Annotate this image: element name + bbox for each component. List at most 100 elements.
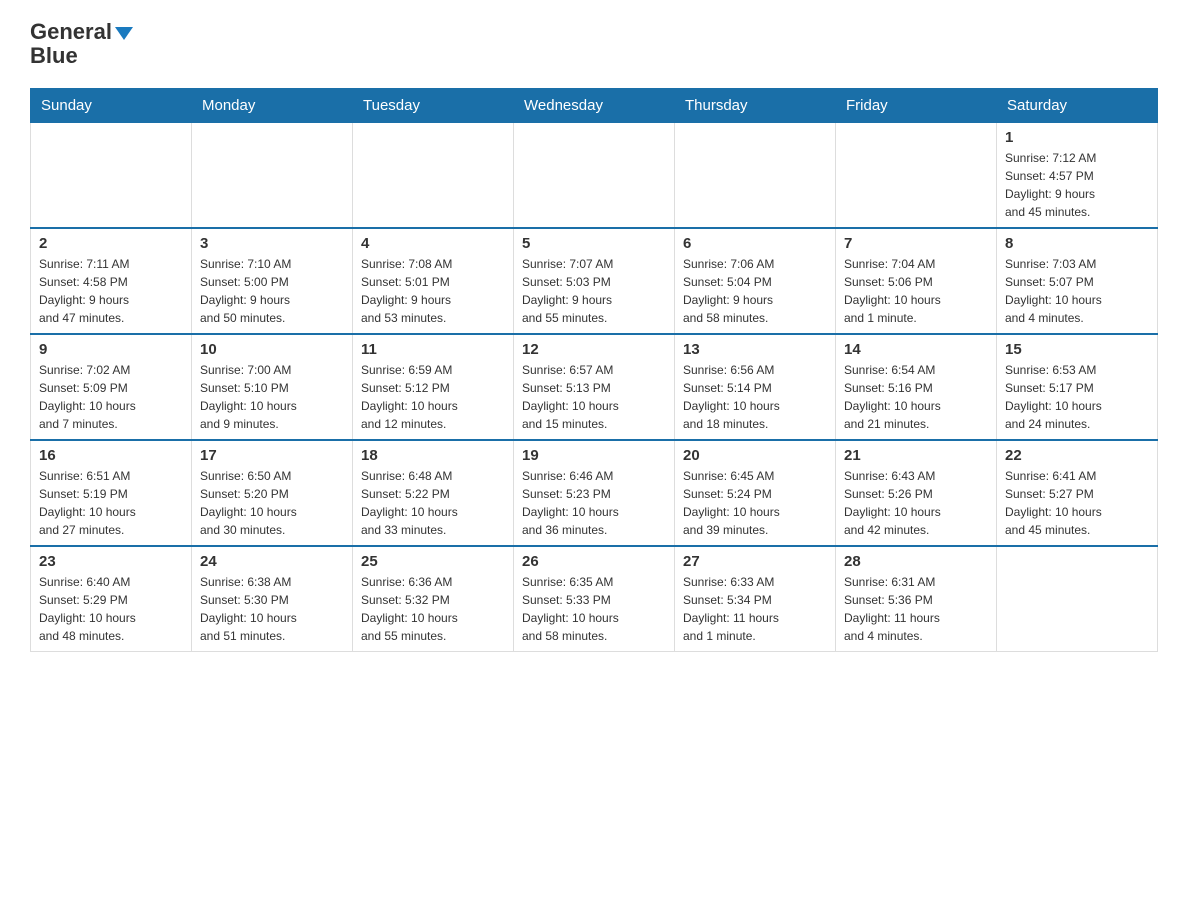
day-number: 28 xyxy=(844,553,988,570)
calendar-cell: 12 Sunrise: 6:57 AM Sunset: 5:13 PM Dayli… xyxy=(514,334,675,440)
calendar-cell: 14 Sunrise: 6:54 AM Sunset: 5:16 PM Dayli… xyxy=(836,334,997,440)
day-info: Sunrise: 7:11 AM Sunset: 4:58 PM Dayligh… xyxy=(39,255,183,327)
calendar-week-row: 2Sunrise: 7:11 AM Sunset: 4:58 PM Daylig… xyxy=(31,228,1158,334)
day-number: 4 xyxy=(361,235,505,252)
day-info: Sunrise: 6:40 AM Sunset: 5:29 PM Dayligh… xyxy=(39,573,183,645)
calendar-cell xyxy=(675,123,836,229)
calendar-cell xyxy=(514,123,675,229)
calendar-cell: 2Sunrise: 7:11 AM Sunset: 4:58 PM Daylig… xyxy=(31,228,192,334)
day-number: 11 xyxy=(361,341,505,358)
calendar-cell: 9 Sunrise: 7:02 AM Sunset: 5:09 PM Daylig… xyxy=(31,334,192,440)
calendar-cell: 26 Sunrise: 6:35 AM Sunset: 5:33 PM Dayli… xyxy=(514,546,675,652)
calendar-table: SundayMondayTuesdayWednesdayThursdayFrid… xyxy=(30,88,1158,652)
weekday-header-saturday: Saturday xyxy=(997,89,1158,123)
calendar-cell xyxy=(353,123,514,229)
calendar-cell xyxy=(836,123,997,229)
calendar-week-row: 9 Sunrise: 7:02 AM Sunset: 5:09 PM Daylig… xyxy=(31,334,1158,440)
calendar-cell: 28 Sunrise: 6:31 AM Sunset: 5:36 PM Dayli… xyxy=(836,546,997,652)
calendar-cell: 5Sunrise: 7:07 AM Sunset: 5:03 PM Daylig… xyxy=(514,228,675,334)
day-number: 23 xyxy=(39,553,183,570)
day-number: 17 xyxy=(200,447,344,464)
day-number: 25 xyxy=(361,553,505,570)
day-number: 20 xyxy=(683,447,827,464)
day-number: 7 xyxy=(844,235,988,252)
calendar-cell: 11 Sunrise: 6:59 AM Sunset: 5:12 PM Dayli… xyxy=(353,334,514,440)
calendar-cell: 21 Sunrise: 6:43 AM Sunset: 5:26 PM Dayli… xyxy=(836,440,997,546)
day-number: 9 xyxy=(39,341,183,358)
day-info: Sunrise: 7:04 AM Sunset: 5:06 PM Dayligh… xyxy=(844,255,988,327)
day-info: Sunrise: 6:45 AM Sunset: 5:24 PM Dayligh… xyxy=(683,467,827,539)
day-info: Sunrise: 6:51 AM Sunset: 5:19 PM Dayligh… xyxy=(39,467,183,539)
day-info: Sunrise: 6:33 AM Sunset: 5:34 PM Dayligh… xyxy=(683,573,827,645)
day-info: Sunrise: 7:06 AM Sunset: 5:04 PM Dayligh… xyxy=(683,255,827,327)
day-number: 21 xyxy=(844,447,988,464)
day-number: 22 xyxy=(1005,447,1149,464)
calendar-cell: 7 Sunrise: 7:04 AM Sunset: 5:06 PM Daylig… xyxy=(836,228,997,334)
calendar-cell: 8 Sunrise: 7:03 AM Sunset: 5:07 PM Daylig… xyxy=(997,228,1158,334)
calendar-cell: 15 Sunrise: 6:53 AM Sunset: 5:17 PM Dayli… xyxy=(997,334,1158,440)
calendar-cell xyxy=(997,546,1158,652)
day-number: 14 xyxy=(844,341,988,358)
calendar-week-row: 1 Sunrise: 7:12 AM Sunset: 4:57 PM Daylig… xyxy=(31,123,1158,229)
day-number: 13 xyxy=(683,341,827,358)
weekday-header-sunday: Sunday xyxy=(31,89,192,123)
logo-text-blue: Blue xyxy=(30,43,78,68)
day-number: 15 xyxy=(1005,341,1149,358)
calendar-cell: 24 Sunrise: 6:38 AM Sunset: 5:30 PM Dayli… xyxy=(192,546,353,652)
day-info: Sunrise: 6:56 AM Sunset: 5:14 PM Dayligh… xyxy=(683,361,827,433)
day-number: 3 xyxy=(200,235,344,252)
day-number: 16 xyxy=(39,447,183,464)
day-info: Sunrise: 7:00 AM Sunset: 5:10 PM Dayligh… xyxy=(200,361,344,433)
calendar-cell: 16 Sunrise: 6:51 AM Sunset: 5:19 PM Dayli… xyxy=(31,440,192,546)
weekday-header-monday: Monday xyxy=(192,89,353,123)
day-info: Sunrise: 6:48 AM Sunset: 5:22 PM Dayligh… xyxy=(361,467,505,539)
calendar-cell: 20 Sunrise: 6:45 AM Sunset: 5:24 PM Dayli… xyxy=(675,440,836,546)
day-info: Sunrise: 6:59 AM Sunset: 5:12 PM Dayligh… xyxy=(361,361,505,433)
calendar-cell: 13 Sunrise: 6:56 AM Sunset: 5:14 PM Dayli… xyxy=(675,334,836,440)
weekday-header-thursday: Thursday xyxy=(675,89,836,123)
day-number: 8 xyxy=(1005,235,1149,252)
day-info: Sunrise: 6:53 AM Sunset: 5:17 PM Dayligh… xyxy=(1005,361,1149,433)
day-info: Sunrise: 6:43 AM Sunset: 5:26 PM Dayligh… xyxy=(844,467,988,539)
day-number: 19 xyxy=(522,447,666,464)
weekday-header-wednesday: Wednesday xyxy=(514,89,675,123)
day-info: Sunrise: 6:35 AM Sunset: 5:33 PM Dayligh… xyxy=(522,573,666,645)
day-number: 12 xyxy=(522,341,666,358)
day-info: Sunrise: 7:10 AM Sunset: 5:00 PM Dayligh… xyxy=(200,255,344,327)
weekday-header-tuesday: Tuesday xyxy=(353,89,514,123)
calendar-cell: 4Sunrise: 7:08 AM Sunset: 5:01 PM Daylig… xyxy=(353,228,514,334)
calendar-cell: 25 Sunrise: 6:36 AM Sunset: 5:32 PM Dayli… xyxy=(353,546,514,652)
weekday-header-row: SundayMondayTuesdayWednesdayThursdayFrid… xyxy=(31,89,1158,123)
calendar-cell: 27 Sunrise: 6:33 AM Sunset: 5:34 PM Dayli… xyxy=(675,546,836,652)
logo-text-general: General xyxy=(30,20,112,44)
calendar-week-row: 16 Sunrise: 6:51 AM Sunset: 5:19 PM Dayli… xyxy=(31,440,1158,546)
day-info: Sunrise: 7:12 AM Sunset: 4:57 PM Dayligh… xyxy=(1005,149,1149,221)
day-number: 6 xyxy=(683,235,827,252)
day-info: Sunrise: 6:57 AM Sunset: 5:13 PM Dayligh… xyxy=(522,361,666,433)
day-number: 27 xyxy=(683,553,827,570)
day-info: Sunrise: 6:38 AM Sunset: 5:30 PM Dayligh… xyxy=(200,573,344,645)
calendar-cell xyxy=(31,123,192,229)
day-info: Sunrise: 7:03 AM Sunset: 5:07 PM Dayligh… xyxy=(1005,255,1149,327)
day-number: 18 xyxy=(361,447,505,464)
day-info: Sunrise: 6:46 AM Sunset: 5:23 PM Dayligh… xyxy=(522,467,666,539)
calendar-cell: 17 Sunrise: 6:50 AM Sunset: 5:20 PM Dayli… xyxy=(192,440,353,546)
calendar-cell: 3 Sunrise: 7:10 AM Sunset: 5:00 PM Daylig… xyxy=(192,228,353,334)
day-number: 1 xyxy=(1005,129,1149,146)
day-number: 24 xyxy=(200,553,344,570)
calendar-cell: 18 Sunrise: 6:48 AM Sunset: 5:22 PM Dayli… xyxy=(353,440,514,546)
day-info: Sunrise: 6:36 AM Sunset: 5:32 PM Dayligh… xyxy=(361,573,505,645)
calendar-cell: 10Sunrise: 7:00 AM Sunset: 5:10 PM Dayli… xyxy=(192,334,353,440)
calendar-cell: 23 Sunrise: 6:40 AM Sunset: 5:29 PM Dayli… xyxy=(31,546,192,652)
calendar-week-row: 23 Sunrise: 6:40 AM Sunset: 5:29 PM Dayli… xyxy=(31,546,1158,652)
calendar-cell: 19 Sunrise: 6:46 AM Sunset: 5:23 PM Dayli… xyxy=(514,440,675,546)
page-header: General Blue xyxy=(30,20,1158,68)
day-number: 26 xyxy=(522,553,666,570)
calendar-cell xyxy=(192,123,353,229)
day-info: Sunrise: 6:50 AM Sunset: 5:20 PM Dayligh… xyxy=(200,467,344,539)
day-info: Sunrise: 6:31 AM Sunset: 5:36 PM Dayligh… xyxy=(844,573,988,645)
day-info: Sunrise: 6:54 AM Sunset: 5:16 PM Dayligh… xyxy=(844,361,988,433)
day-info: Sunrise: 6:41 AM Sunset: 5:27 PM Dayligh… xyxy=(1005,467,1149,539)
day-info: Sunrise: 7:02 AM Sunset: 5:09 PM Dayligh… xyxy=(39,361,183,433)
calendar-cell: 6 Sunrise: 7:06 AM Sunset: 5:04 PM Daylig… xyxy=(675,228,836,334)
